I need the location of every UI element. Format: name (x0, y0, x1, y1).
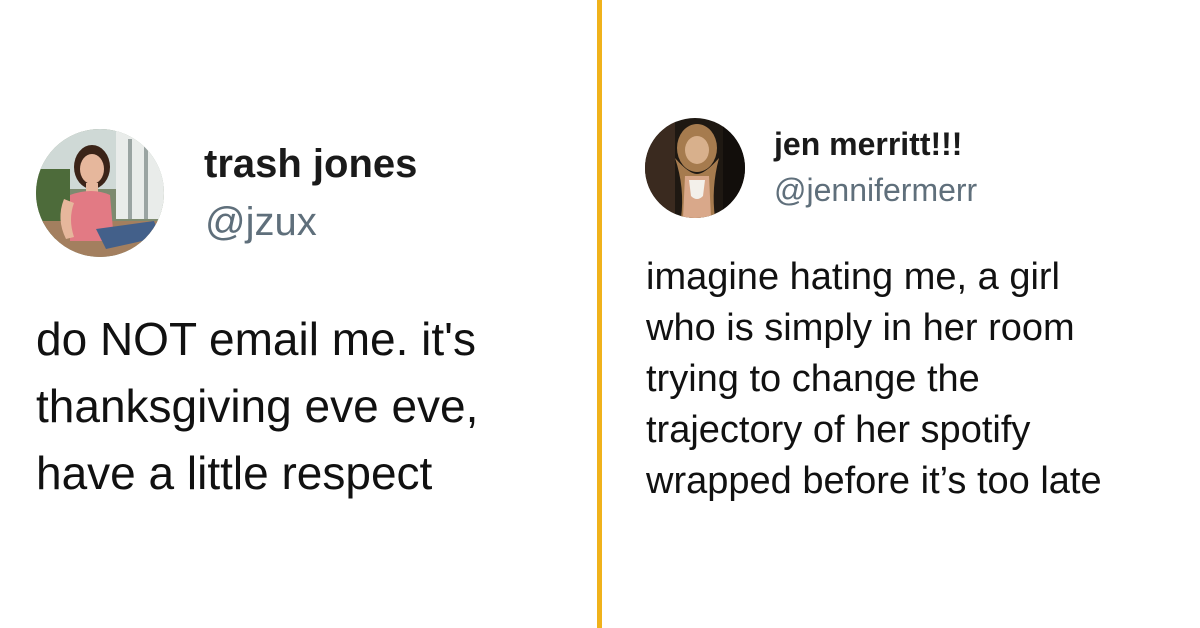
tweet-text-line: thanksgiving eve eve, (36, 380, 479, 432)
tweet-text: do NOT email me. it's thanksgiving eve e… (36, 306, 478, 507)
user-photo-icon (36, 129, 164, 257)
tweet-text: imagine hating me, a girl who is simply … (646, 252, 1102, 507)
tweet-text-line: wrapped before it’s too late (646, 460, 1102, 502)
avatar[interactable] (36, 129, 164, 257)
display-name[interactable]: jen merritt!!! (774, 126, 962, 163)
tweet-text-line: trajectory of her spotify (646, 409, 1031, 451)
user-photo-icon (645, 118, 745, 218)
avatar[interactable] (645, 118, 745, 218)
tweet-text-line: imagine hating me, a girl (646, 256, 1060, 298)
tweet-text-line: do NOT email me. it's (36, 313, 476, 365)
user-handle[interactable]: @jennifermerr (774, 172, 977, 209)
user-handle[interactable]: @jzux (205, 200, 317, 245)
tweet-card: trash jones @jzux do NOT email me. it's … (0, 0, 597, 628)
display-name[interactable]: trash jones (204, 142, 417, 187)
tweet-card: jen merritt!!! @jennifermerr imagine hat… (602, 0, 1200, 628)
tweet-text-line: trying to change the (646, 358, 980, 400)
tweet-text-line: who is simply in her room (646, 307, 1075, 349)
tweet-text-line: have a little respect (36, 447, 433, 499)
